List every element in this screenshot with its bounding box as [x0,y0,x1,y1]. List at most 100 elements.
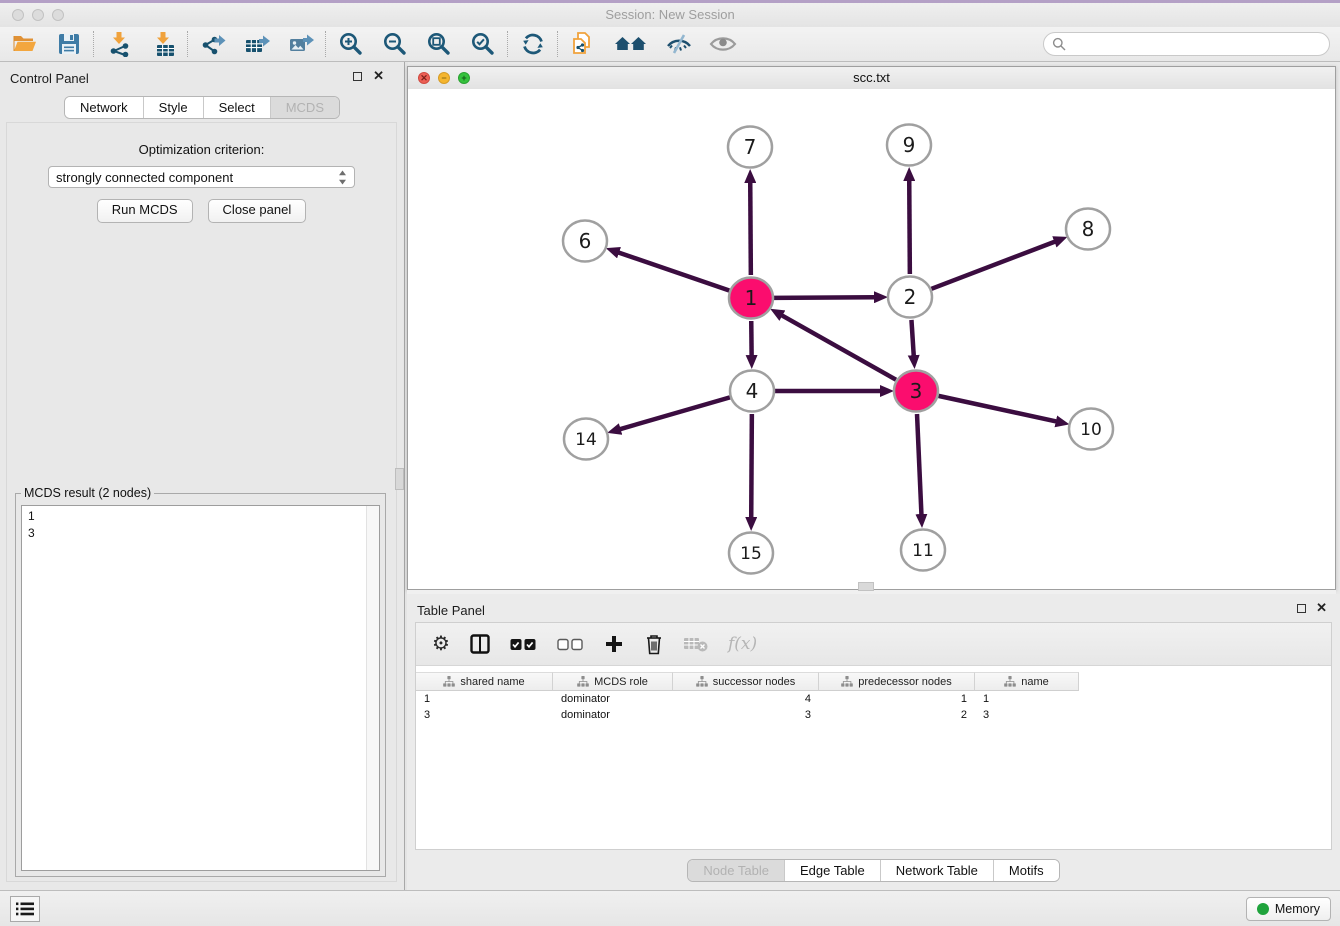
float-panel-icon[interactable] [353,72,362,81]
select-all-checkboxes-icon[interactable] [510,638,537,651]
graph-node-10[interactable]: 10 [1069,409,1113,450]
table-row[interactable]: 1dominator411 [416,691,1331,707]
zoom-fit-icon[interactable] [424,29,454,59]
tab-mcds[interactable]: MCDS [270,97,339,118]
search-icon [1052,37,1066,51]
criterion-value: strongly connected component [56,170,233,185]
zoom-out-icon[interactable] [380,29,410,59]
deselect-all-checkboxes-icon[interactable] [557,638,584,651]
table-cell[interactable]: 1 [819,691,975,707]
column-header-successor-nodes[interactable]: successor nodes [673,672,819,691]
graph-node-8[interactable]: 8 [1066,209,1110,250]
graph-edge-2-9[interactable] [909,180,910,274]
tab-edge-table[interactable]: Edge Table [784,860,880,881]
graph-node-4[interactable]: 4 [730,371,774,412]
network-window-titlebar[interactable]: ✕ − + scc.txt [408,67,1335,90]
import-table-icon[interactable] [148,29,178,59]
table-cell[interactable]: 2 [819,707,975,723]
search-box[interactable] [1043,32,1330,56]
close-panel-icon[interactable]: ✕ [373,68,384,83]
graph-node-9[interactable]: 9 [887,125,931,166]
tab-motifs[interactable]: Motifs [993,860,1059,881]
show-all-icon[interactable] [708,29,738,59]
import-network-icon[interactable] [104,29,134,59]
svg-text:11: 11 [912,541,934,561]
close-panel-button[interactable]: Close panel [208,199,307,223]
toolbar-separator [325,31,327,57]
vertical-splitter-handle[interactable] [395,468,404,490]
graph-edge-2-8[interactable] [931,241,1055,288]
graph-node-14[interactable]: 14 [564,419,608,460]
mcds-panel: Optimization criterion: strongly connect… [6,122,397,882]
graph-edge-1-6[interactable] [618,252,729,290]
hide-selection-icon[interactable] [664,29,694,59]
tab-style[interactable]: Style [143,97,203,118]
graph-node-6[interactable]: 6 [563,221,607,262]
mcds-result-title: MCDS result (2 nodes) [21,486,154,500]
network-canvas[interactable]: 7 9 6 8 1 2 4 3 14 10 15 11 [408,89,1335,589]
zoom-selected-icon[interactable] [468,29,498,59]
table-cell[interactable]: 1 [416,691,553,707]
close-table-panel-icon[interactable]: ✕ [1316,600,1327,615]
table-cell[interactable]: 4 [673,691,819,707]
graph-edge-3-11[interactable] [917,414,921,515]
save-session-icon[interactable] [54,29,84,59]
column-header-predecessor-nodes[interactable]: predecessor nodes [819,672,975,691]
table-cell[interactable]: dominator [553,707,673,723]
criterion-dropdown[interactable]: strongly connected component [48,166,355,188]
task-history-button[interactable] [10,896,40,922]
table-cell[interactable]: 3 [975,707,1079,723]
mcds-result-group: MCDS result (2 nodes) 13 [15,493,386,877]
table-cell[interactable]: 3 [673,707,819,723]
graph-edge-2-3[interactable] [911,320,913,356]
graph-edge-4-15[interactable] [751,414,752,518]
tab-node-table[interactable]: Node Table [688,860,784,881]
run-mcds-button[interactable]: Run MCDS [97,199,193,223]
export-table-icon[interactable] [242,29,272,59]
column-header-shared-name[interactable]: shared name [416,672,553,691]
graph-node-1[interactable]: 1 [729,278,773,319]
horizontal-splitter-handle[interactable] [858,582,874,591]
graph-edge-1-2[interactable] [774,297,875,298]
open-session-icon[interactable] [10,29,40,59]
result-scrollbar[interactable] [366,506,379,870]
toolbar-separator [557,31,559,57]
tab-network[interactable]: Network [65,97,143,118]
graph-node-11[interactable]: 11 [901,530,945,571]
memory-button[interactable]: Memory [1246,897,1331,921]
tab-select[interactable]: Select [203,97,270,118]
export-network-icon[interactable] [198,29,228,59]
new-network-from-selection-icon[interactable] [568,29,598,59]
graph-node-2[interactable]: 2 [888,277,932,318]
search-input[interactable] [1071,36,1321,53]
table-cell[interactable]: 3 [416,707,553,723]
graph-edge-3-10[interactable] [938,396,1056,422]
first-neighbors-icon[interactable] [612,29,650,59]
graph-edge-1-7[interactable] [750,182,751,275]
table-panel-title: Table Panel [417,603,485,618]
gear-icon[interactable]: ⚙ [432,634,450,654]
table-row[interactable]: 3dominator323 [416,707,1331,723]
float-table-panel-icon[interactable] [1297,604,1306,613]
mcds-result-lines: 13 [22,506,379,544]
control-panel: Control Panel ✕ NetworkStyleSelectMCDS O… [0,62,404,890]
graph-edge-4-14[interactable] [620,397,730,429]
zoom-in-icon[interactable] [336,29,366,59]
table-cell[interactable]: dominator [553,691,673,707]
add-row-icon[interactable] [604,634,624,654]
delete-row-icon[interactable] [644,633,664,655]
graph-node-7[interactable]: 7 [728,127,772,168]
graph-node-3[interactable]: 3 [894,371,938,412]
column-header-MCDS-role[interactable]: MCDS role [553,672,673,691]
network-window: ✕ − + scc.txt 7 9 6 8 1 2 4 3 14 10 15 11 [407,66,1336,590]
tab-network-table[interactable]: Network Table [880,860,993,881]
refresh-network-icon[interactable] [518,29,548,59]
columns-icon[interactable] [470,634,490,654]
memory-label: Memory [1275,902,1320,916]
table-cell[interactable]: 1 [975,691,1079,707]
column-header-name[interactable]: name [975,672,1079,691]
graph-edge-3-1[interactable] [781,315,895,380]
table-tabs: Node TableEdge TableNetwork TableMotifs [687,859,1059,882]
graph-node-15[interactable]: 15 [729,533,773,574]
export-image-icon[interactable] [286,29,316,59]
